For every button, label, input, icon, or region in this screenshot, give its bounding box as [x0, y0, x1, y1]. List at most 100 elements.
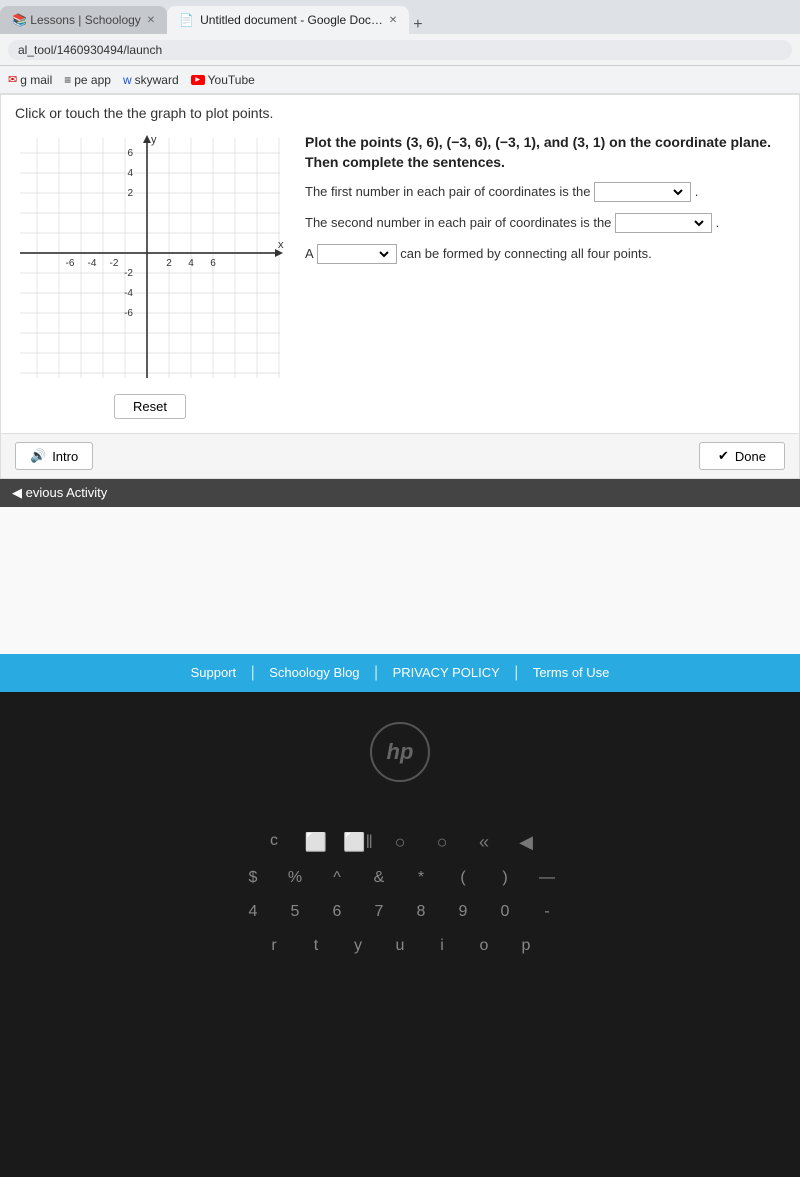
dropdown3-select[interactable]: rectangle square triangle	[322, 246, 392, 262]
key-lparen[interactable]: (	[448, 869, 478, 887]
key-amp[interactable]: &	[364, 869, 394, 887]
sep2: |	[374, 664, 378, 681]
key-screen[interactable]: ⬜	[301, 832, 331, 853]
key-o[interactable]: o	[469, 937, 499, 955]
key-caret[interactable]: ^	[322, 869, 352, 887]
tab-schoology[interactable]: 📚 Lessons | Schoology ✕	[0, 6, 167, 34]
speaker-icon: 🔊	[30, 448, 46, 464]
activity-footer: 🔊 Intro ✔ Done	[1, 433, 799, 478]
problem-title: Plot the points (3, 6), (−3, 6), (−3, 1)…	[305, 133, 785, 172]
key-dollar[interactable]: $	[238, 869, 268, 887]
footer-blog[interactable]: Schoology Blog	[269, 665, 359, 680]
svg-text:6: 6	[210, 258, 216, 269]
key-8[interactable]: 8	[406, 903, 436, 921]
keyboard-row4: r t y u i o p	[0, 937, 800, 955]
key-minus[interactable]: -	[532, 903, 562, 921]
key-star[interactable]: *	[406, 869, 436, 887]
key-6[interactable]: 6	[322, 903, 352, 921]
sentence1-block: The first number in each pair of coordin…	[305, 182, 785, 203]
footer-privacy[interactable]: PRIVACY POLICY	[393, 665, 500, 680]
tab-google-doc-close[interactable]: ✕	[389, 15, 397, 26]
dropdown1-container[interactable]: x-coordinate y-coordinate	[594, 182, 691, 202]
hp-logo-area: hp	[0, 692, 800, 812]
bookmark-gmail[interactable]: ✉ g mail	[8, 73, 52, 87]
tab-schoology-label: 📚 Lessons | Schoology	[12, 13, 141, 27]
prev-activity-label[interactable]: ◀ evious Activity	[12, 485, 107, 500]
key-0[interactable]: 0	[490, 903, 520, 921]
keyboard-area: c ⬜ ⬜‖ ○ ○ « ◀ $ % ^ & * ( ) — 4 5 6 7 8…	[0, 812, 800, 991]
checkmark-icon: ✔	[718, 448, 729, 464]
done-button[interactable]: ✔ Done	[699, 442, 785, 470]
dropdown2-select[interactable]: x-coordinate y-coordinate	[620, 215, 707, 231]
key-i[interactable]: i	[427, 937, 457, 955]
address-bar[interactable]	[8, 40, 792, 60]
tab-schoology-close[interactable]: ✕	[147, 15, 155, 26]
key-percent[interactable]: %	[280, 869, 310, 887]
svg-text:-2: -2	[124, 268, 133, 279]
skyward-icon: w	[123, 73, 132, 87]
dropdown1-select[interactable]: x-coordinate y-coordinate	[599, 184, 686, 200]
bookmark-skyward[interactable]: w skyward	[123, 73, 179, 87]
footer-support[interactable]: Support	[191, 665, 237, 680]
svg-text:-6: -6	[124, 308, 133, 319]
key-u[interactable]: u	[385, 937, 415, 955]
graph-area[interactable]: 6 4 2 -2 -4 -6 -6 -4 -2 2 4 6 x y	[15, 133, 285, 419]
reset-btn-row: Reset	[15, 394, 285, 419]
key-t[interactable]: t	[301, 937, 331, 955]
activity-header: Click or touch the the graph to plot poi…	[1, 95, 799, 125]
key-rewind[interactable]: «	[469, 832, 499, 853]
bookmark-peapp[interactable]: ≡ pe app	[64, 73, 111, 87]
key-y[interactable]: y	[343, 937, 373, 955]
svg-text:4: 4	[188, 258, 194, 269]
gmail-icon: ✉	[8, 73, 17, 86]
hp-logo: hp	[370, 722, 430, 782]
key-multiscreen[interactable]: ⬜‖	[343, 832, 373, 853]
bookmark-gmail-label: g mail	[20, 73, 52, 87]
key-volume[interactable]: ◀	[511, 832, 541, 853]
bookmarks-bar: ✉ g mail ≡ pe app w skyward YouTube	[0, 66, 800, 94]
dropdown3-container[interactable]: rectangle square triangle	[317, 244, 397, 264]
site-footer: Support | Schoology Blog | PRIVACY POLIC…	[0, 654, 800, 692]
done-label: Done	[735, 449, 766, 464]
key-7[interactable]: 7	[364, 903, 394, 921]
activity-wrapper: Click or touch the the graph to plot poi…	[0, 94, 800, 479]
tab-bar: 📚 Lessons | Schoology ✕ 📄 Untitled docum…	[0, 0, 800, 34]
bookmark-youtube[interactable]: YouTube	[191, 73, 255, 87]
key-9[interactable]: 9	[448, 903, 478, 921]
dropdown2-container[interactable]: x-coordinate y-coordinate	[615, 213, 712, 233]
bookmark-youtube-label: YouTube	[208, 73, 255, 87]
svg-text:2: 2	[166, 258, 172, 269]
key-4[interactable]: 4	[238, 903, 268, 921]
footer-terms[interactable]: Terms of Use	[533, 665, 610, 680]
key-circle1[interactable]: ○	[385, 832, 415, 853]
reset-button[interactable]: Reset	[114, 394, 186, 419]
sentence3-block: A rectangle square triangle can be forme…	[305, 244, 785, 265]
sentence2-block: The second number in each pair of coordi…	[305, 213, 785, 234]
key-p[interactable]: p	[511, 937, 541, 955]
key-r[interactable]: r	[259, 937, 289, 955]
sentence3-prefix: A	[305, 246, 313, 261]
sentence2-text: The second number in each pair of coordi…	[305, 215, 611, 230]
activity-body: 6 4 2 -2 -4 -6 -6 -4 -2 2 4 6 x y	[1, 125, 799, 433]
key-5[interactable]: 5	[280, 903, 310, 921]
bookmark-peapp-label: pe app	[74, 73, 111, 87]
keyboard-row1: c ⬜ ⬜‖ ○ ○ « ◀	[0, 832, 800, 853]
tab-google-doc[interactable]: 📄 Untitled document - Google Doc… ✕	[167, 6, 409, 34]
intro-button[interactable]: 🔊 Intro	[15, 442, 93, 470]
key-circle2[interactable]: ○	[427, 832, 457, 853]
bookmark-skyward-label: skyward	[135, 73, 179, 87]
svg-text:-4: -4	[124, 288, 133, 299]
sep1: |	[251, 664, 255, 681]
svg-text:4: 4	[127, 168, 133, 179]
coordinate-graph[interactable]: 6 4 2 -2 -4 -6 -6 -4 -2 2 4 6 x y	[15, 133, 285, 383]
svg-text:x: x	[278, 239, 284, 251]
keyboard-row2: $ % ^ & * ( ) —	[0, 869, 800, 887]
keyboard-row3: 4 5 6 7 8 9 0 -	[0, 903, 800, 921]
sep3: |	[514, 664, 518, 681]
svg-text:-6: -6	[66, 258, 75, 269]
key-dash[interactable]: —	[532, 869, 562, 887]
key-c[interactable]: c	[259, 832, 289, 853]
nav-bar: ◀ evious Activity	[0, 479, 800, 507]
add-tab-button[interactable]: +	[413, 16, 422, 34]
key-rparen[interactable]: )	[490, 869, 520, 887]
